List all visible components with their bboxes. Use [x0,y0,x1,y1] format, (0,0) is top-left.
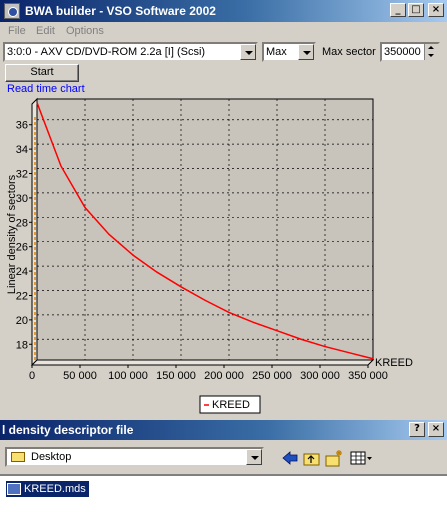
chevron-down-icon[interactable] [240,44,256,60]
spin-arrows-icon[interactable] [424,44,438,60]
folder-icon [11,452,25,462]
y-tick-label: 20 [16,315,28,327]
x-tick-label: 100 000 [108,370,148,382]
y-tick-label: 36 [16,120,28,132]
maximize-button[interactable]: □ [408,3,424,17]
floor [30,359,375,366]
x-tick-label: 0 [29,370,35,382]
location-select[interactable]: Desktop [5,447,264,467]
dialog-close-button[interactable]: × [428,422,444,437]
start-button[interactable]: Start [5,64,79,82]
mds-file-icon [7,483,21,495]
back-arrow-icon[interactable] [281,449,299,467]
max-sector-label: Max sector [322,46,376,58]
x-tick-label: 300 000 [300,370,340,382]
up-folder-icon[interactable] [303,449,321,467]
new-folder-icon[interactable] [325,449,343,467]
max-sector-input[interactable]: 350000 [380,42,440,62]
help-button[interactable]: ? [409,422,425,437]
menu-file[interactable]: File [8,25,26,37]
drive-select[interactable]: 3:0:0 - AXV CD/DVD-ROM 2.2a [I] (Scsi) [3,42,258,62]
app-icon [4,3,20,19]
window-title: BWA builder - VSO Software 2002 [25,4,216,18]
speed-select-value: Max [266,46,287,58]
minimize-button[interactable]: _ [390,3,406,17]
x-tick-label: 350 000 [348,370,388,382]
chevron-down-icon[interactable] [246,449,262,465]
location-value: Desktop [31,451,72,463]
speed-select[interactable]: Max [262,42,316,62]
max-sector-value: 350000 [384,46,421,58]
title-bar: BWA builder - VSO Software 2002 _ □ × [0,0,447,22]
y-tick-label: 18 [16,339,28,351]
x-tick-label: 50 000 [63,370,97,382]
drive-select-value: 3:0:0 - AXV CD/DVD-ROM 2.2a [I] (Scsi) [7,46,206,58]
file-dialog-title: l density descriptor file [2,423,134,437]
y-tick-label: 34 [16,144,28,156]
file-list[interactable]: KREED.mds [0,474,447,530]
menu-options[interactable]: Options [66,25,104,37]
x-tick-label: 250 000 [252,370,292,382]
file-dialog-title-bar: l density descriptor file ? × [0,420,447,440]
chart-svg: 182022242628303234360 50 000 100 000 150 00… [2,96,445,414]
series-end-label: KREED [375,357,413,369]
legend-label: KREED [212,399,250,411]
x-tick-label: 200 000 [204,370,244,382]
read-time-chart: 18 20 22 24 26 28 30 32 34 36 0 50 000 100 000 150 00… [2,96,445,414]
close-button[interactable]: × [428,3,444,17]
plot-area [37,99,373,360]
y-axis-label: Linear density of sectors [6,174,18,294]
chevron-down-icon[interactable] [298,44,314,60]
menu-bar: File Edit Options [0,22,447,41]
file-name: KREED.mds [24,483,86,495]
menu-edit[interactable]: Edit [36,25,55,37]
list-item[interactable]: KREED.mds [6,481,89,497]
view-menu-icon[interactable] [350,449,374,467]
chart-caption: Read time chart [7,83,85,95]
x-tick-label: 150 000 [156,370,196,382]
